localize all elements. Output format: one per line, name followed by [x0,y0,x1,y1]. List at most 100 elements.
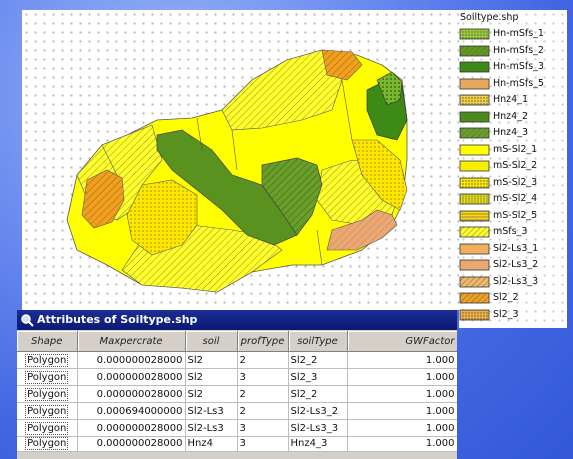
table-cell[interactable]: Sl2-Ls3 [185,402,238,420]
table-cell[interactable]: 1.000 [347,436,457,452]
legend-swatch [459,45,490,56]
map-view[interactable] [22,10,460,310]
table-cell[interactable]: Sl2-Ls3_2 [288,402,348,420]
titlebar[interactable]: Attributes of Soiltype.shp [17,310,457,330]
table-row[interactable]: Polygon 0.000000028000 Sl2 3 Sl2_3 1.000 [17,368,457,386]
column-header[interactable]: Maxpercrate [77,331,186,352]
table-cell[interactable]: 3 [237,419,289,437]
legend-item[interactable]: mSfs_3 [459,226,565,238]
legend-swatch [459,28,490,40]
table-cell[interactable]: Polygon [17,368,78,386]
legend-panel: Soiltype.shp Hn-mSfs_1 Hn-mSfs_2 Hn-mSfs_3… [459,10,567,328]
table-cell[interactable]: Sl2 [185,368,238,386]
table-cell[interactable]: Hnz4_3 [288,436,348,452]
table-cell[interactable]: 1.000 [347,402,457,420]
table-cell[interactable]: 3 [237,368,289,386]
legend-label: Hn-mSfs_3 [493,61,544,72]
table-cell[interactable]: 1.000 [347,385,457,403]
legend-label: Sl2_3 [493,308,519,320]
legend-swatch [459,243,490,254]
legend-item[interactable]: Hn-mSfs_1 [459,28,565,40]
legend-swatch [459,94,490,106]
table-cell[interactable]: 2 [237,402,289,420]
column-header[interactable]: soilType [288,331,348,352]
legend-item[interactable]: mS-Sl2_2 [459,160,565,172]
table-cell[interactable]: Sl2_3 [288,368,348,386]
magnifier-icon [21,314,34,327]
column-header[interactable]: Shape [17,331,78,352]
table-cell[interactable]: 2 [237,351,289,369]
table-cell[interactable]: 0.000000028000 [77,385,186,403]
legend-item[interactable]: Sl2-Ls3_3 [459,276,565,288]
legend-item[interactable]: mS-Sl2_3 [459,177,565,189]
shape-value: Polygon [25,437,69,450]
column-header[interactable]: soil [185,331,238,352]
legend-item[interactable]: mS-Sl2_4 [459,193,565,205]
column-header[interactable]: GWFactor [347,331,457,352]
table-row[interactable]: Polygon 0.000000028000 Hnz4 3 Hnz4_3 1.000 [17,436,457,452]
legend-item[interactable]: mS-Sl2_1 [459,144,565,156]
table-cell[interactable]: Polygon [17,351,78,369]
legend-item[interactable]: Sl2-Ls3_1 [459,243,565,255]
table-cell[interactable]: 2 [237,385,289,403]
table-cell[interactable]: 1.000 [347,368,457,386]
legend-item[interactable]: Hnz4_1 [459,94,565,106]
legend-label: Sl2-Ls3_3 [493,275,539,287]
table-row[interactable]: Polygon 0.000000028000 Sl2-Ls3 3 Sl2-Ls3_3 1.… [17,419,457,437]
table-cell[interactable]: Polygon [17,385,78,403]
legend-swatch [459,78,490,89]
legend-label: Hnz4_2 [493,110,528,122]
table-cell[interactable]: 3 [237,436,289,452]
column-header[interactable]: profType [237,331,289,352]
legend-item[interactable]: Sl2_2 [459,292,565,304]
table-cell[interactable]: 1.000 [347,419,457,437]
legend-item[interactable]: Hn-mSfs_3 [459,61,565,73]
legend-label: Sl2-Ls3_1 [493,242,539,254]
legend-label: Hn-mSfs_1 [493,28,544,39]
table-cell[interactable]: 0.000000028000 [77,351,186,369]
shape-value: Polygon [25,353,69,367]
table-cell[interactable]: Sl2_2 [288,351,348,369]
legend-item[interactable]: Hnz4_2 [459,111,565,123]
attribute-table-window[interactable]: Attributes of Soiltype.shp Shape Maxpercr… [17,310,457,459]
legend-label: mS-Sl2_2 [493,160,538,171]
table-cell[interactable]: Hnz4 [185,436,238,452]
table-cell[interactable]: Sl2-Ls3_3 [288,419,348,437]
table-cell[interactable]: Polygon [17,436,78,452]
table-cell[interactable]: Sl2 [185,351,238,369]
table-row[interactable]: Polygon 0.000000028000 Sl2 2 Sl2_2 1.000 [17,351,457,369]
table-cell[interactable]: Polygon [17,402,78,420]
legend-label: Sl2_2 [493,292,519,303]
legend-swatch [459,276,490,287]
table-cell[interactable]: 0.000000028000 [77,419,186,437]
legend-item[interactable]: mS-Sl2_5 [459,210,565,222]
legend-swatch [459,127,490,139]
legend-swatch [459,309,490,320]
shape-value: Polygon [25,421,69,435]
table-cell[interactable]: Sl2_2 [288,385,348,403]
table-cell[interactable]: 1.000 [347,351,457,369]
soil-map[interactable] [22,10,459,310]
table-row[interactable]: Polygon 0.000000028000 Sl2 2 Sl2_2 1.000 [17,385,457,403]
legend-item[interactable]: Hn-mSfs_2 [459,45,565,57]
legend-swatch [459,193,490,205]
table-cell[interactable]: Sl2 [185,385,238,403]
legend-item[interactable]: Sl2_3 [459,309,565,321]
legend-item[interactable]: Sl2-Ls3_2 [459,259,565,271]
table-cell[interactable]: 0.000000028000 [77,436,186,452]
legend-label: Hnz4_3 [493,127,528,138]
legend-label: mS-Sl2_5 [493,209,538,221]
legend-item[interactable]: Hnz4_3 [459,127,565,139]
legend-swatch [459,292,490,304]
table-row[interactable]: Polygon 0.000694000000 Sl2-Ls3 2 Sl2-Ls3_2 1.… [17,402,457,420]
table-cell[interactable]: Sl2-Ls3 [185,419,238,437]
shape-value: Polygon [25,404,69,418]
legend-item[interactable]: Hn-mSfs_5 [459,78,565,90]
table-cell[interactable]: 0.000000028000 [77,368,186,386]
legend-label: mS-Sl2_3 [493,176,538,188]
attribute-table[interactable]: Shape Maxpercrate soil profType soilType GWFa… [17,331,457,452]
legend-label: Hn-mSfs_5 [493,77,544,89]
legend-swatch [459,160,490,172]
table-cell[interactable]: 0.000694000000 [77,402,186,420]
table-cell[interactable]: Polygon [17,419,78,437]
